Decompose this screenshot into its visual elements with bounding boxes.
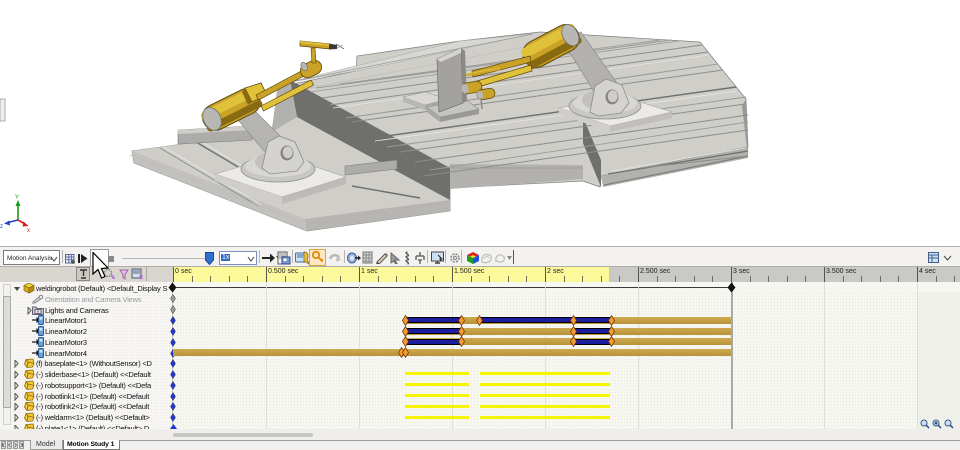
svg-text:Y: Y xyxy=(15,195,19,201)
svg-text:z: z xyxy=(0,224,3,230)
svg-text:x: x xyxy=(27,228,30,234)
